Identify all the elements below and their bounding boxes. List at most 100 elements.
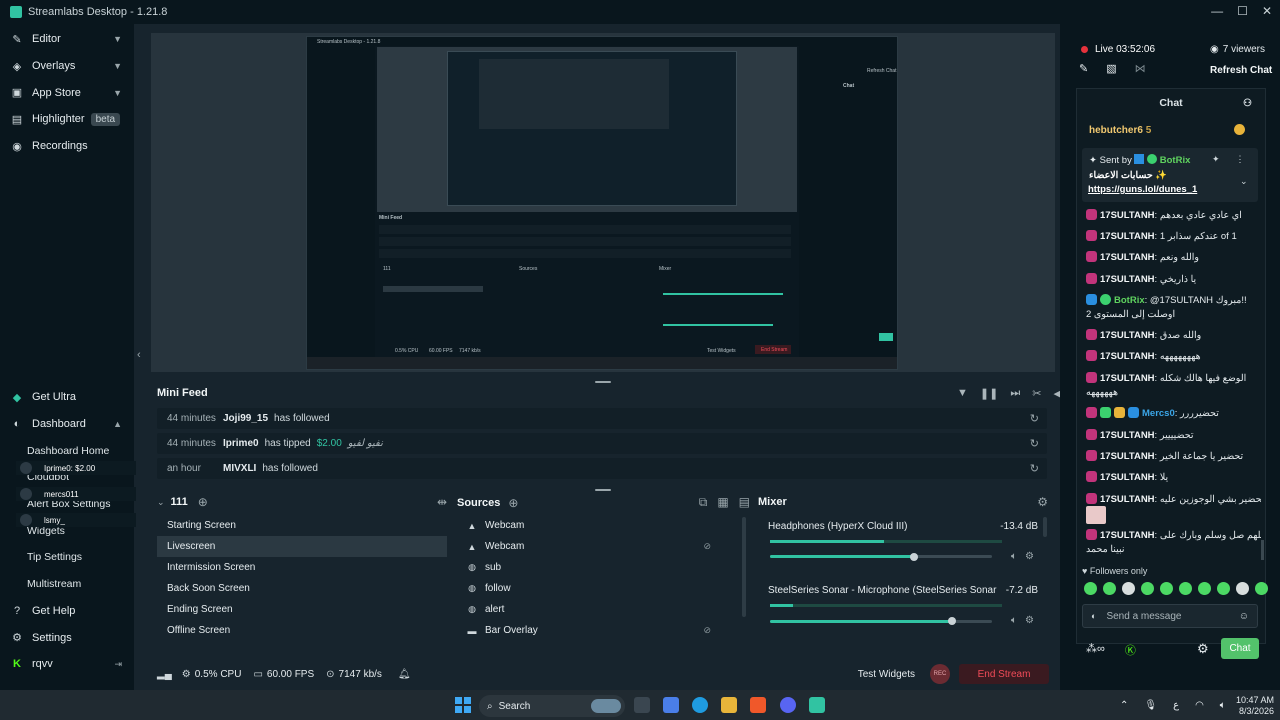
- resize-handle[interactable]: [595, 489, 611, 491]
- file-explorer-icon[interactable]: [721, 697, 737, 713]
- scene-item-selected[interactable]: Livescreen: [157, 536, 447, 557]
- chat-user[interactable]: 17SULTANH: [1100, 494, 1155, 505]
- source-item[interactable]: ▬ Bar Overlay ⊘: [457, 620, 747, 641]
- scene-item[interactable]: Offline Screen: [157, 620, 447, 641]
- clip-icon[interactable]: ▧: [1106, 62, 1116, 75]
- unpin-icon[interactable]: ✦: [1212, 154, 1220, 165]
- speaker-icon[interactable]: 🔈︎: [1220, 700, 1226, 711]
- repeat-alert-icon[interactable]: ↻: [1030, 437, 1039, 450]
- users-icon[interactable]: ⚇: [1243, 98, 1252, 109]
- eye-hidden-icon[interactable]: ⊘: [703, 625, 711, 636]
- chevron-up-icon[interactable]: ⌃: [1120, 700, 1128, 711]
- minimize-icon[interactable]: —: [1211, 4, 1223, 18]
- taskbar-search[interactable]: ⌕ Search: [479, 695, 625, 717]
- chat-settings-icon[interactable]: ⚙: [1197, 641, 1209, 657]
- chat-user[interactable]: 17SULTANH: [1100, 210, 1155, 221]
- volume-slider-knob[interactable]: [948, 617, 957, 625]
- volume-slider[interactable]: [770, 555, 992, 558]
- sidebar-item-recordings[interactable]: ◉ Recordings: [0, 133, 134, 160]
- pinned-bot-name[interactable]: BotRix: [1160, 155, 1191, 166]
- sidebar-user[interactable]: Krqvv ⇥: [0, 651, 134, 678]
- sidebar-item-dashboard[interactable]: ◐ Dashboard ▲: [0, 411, 134, 438]
- source-link-icon[interactable]: ⧉: [699, 495, 708, 510]
- language-indicator[interactable]: ع: [1173, 700, 1179, 711]
- scene-item[interactable]: Intermission Screen: [157, 557, 447, 578]
- logout-icon[interactable]: ⇥: [114, 659, 122, 670]
- refresh-chat-button[interactable]: Refresh Chat: [1210, 65, 1272, 76]
- repeat-alert-icon[interactable]: ↻: [1030, 462, 1039, 475]
- emote-icon[interactable]: [1141, 582, 1154, 595]
- microphone-icon[interactable]: 🎙︎: [1144, 700, 1157, 711]
- collapse-left-icon[interactable]: ‹: [137, 349, 141, 361]
- share-icon[interactable]: ⋈: [1135, 62, 1146, 75]
- points-icon[interactable]: ⁂∞: [1086, 642, 1105, 658]
- gear-icon[interactable]: ⚙: [1025, 615, 1034, 626]
- sidebar-item-get-ultra[interactable]: ◆ Get Ultra: [0, 384, 134, 411]
- kick-logo-icon[interactable]: Ⓚ: [1125, 642, 1136, 658]
- emote-icon[interactable]: [1103, 582, 1116, 595]
- sidebar-item-app-store[interactable]: ▣ App Store ▼: [0, 79, 134, 106]
- emote-icon[interactable]: [1179, 582, 1192, 595]
- feed-user[interactable]: Iprime0: [223, 438, 259, 449]
- source-item[interactable]: ▲ Webcam: [457, 515, 747, 536]
- speaker-icon[interactable]: 🔈︎: [1011, 551, 1017, 562]
- task-view-icon[interactable]: [634, 697, 650, 713]
- chat-user[interactable]: 17SULTANH: [1100, 373, 1155, 384]
- pause-icon[interactable]: ❚❚: [980, 387, 998, 400]
- sidebar-item-highlighter[interactable]: ▤ Highlighter beta: [0, 106, 134, 133]
- filter-icon[interactable]: ▼: [957, 387, 968, 400]
- feed-user[interactable]: MIVXLI: [223, 463, 256, 474]
- sidebar-item-overlays[interactable]: ◈ Overlays ▼: [0, 53, 134, 80]
- volume-slider[interactable]: [770, 620, 992, 623]
- chat-user[interactable]: 17SULTANH: [1100, 274, 1155, 285]
- top-gifter-user[interactable]: hebutcher6: [1089, 125, 1143, 136]
- scene-collection-title[interactable]: 111: [171, 496, 188, 508]
- mixer-scrollbar[interactable]: [1043, 517, 1047, 537]
- source-item[interactable]: ▲ Webcam ⊘: [457, 536, 747, 557]
- emote-icon[interactable]: [1198, 582, 1211, 595]
- chat-user[interactable]: 17SULTANH: [1100, 451, 1155, 462]
- feed-user[interactable]: Joji99_15: [223, 413, 268, 424]
- sidebar-item-get-help[interactable]: ? Get Help: [0, 598, 134, 625]
- chat-user[interactable]: 17SULTANH: [1100, 472, 1155, 483]
- emote-icon[interactable]: [1217, 582, 1230, 595]
- chat-user[interactable]: BotRix: [1114, 295, 1145, 306]
- chat-send-button[interactable]: Chat: [1221, 638, 1259, 659]
- sidebar-item-editor[interactable]: ✎ Editor ▼: [0, 26, 134, 53]
- maximize-icon[interactable]: ☐: [1237, 4, 1248, 18]
- eye-hidden-icon[interactable]: ⊘: [703, 541, 711, 552]
- chat-user[interactable]: 17SULTANH: [1100, 351, 1155, 362]
- end-stream-button[interactable]: End Stream: [959, 664, 1049, 684]
- clock[interactable]: 10:47 AM 8/3/2026: [1226, 695, 1274, 717]
- emote-icon[interactable]: [1236, 582, 1249, 595]
- chat-input[interactable]: ◐ Send a message ☺: [1082, 604, 1258, 628]
- source-item[interactable]: ◍ follow: [457, 578, 747, 599]
- gear-icon[interactable]: ⚙: [1037, 495, 1048, 509]
- chevron-down-icon[interactable]: ⌄: [1240, 176, 1248, 187]
- edit-stream-info-icon[interactable]: ✎: [1079, 62, 1088, 75]
- sidebar-sub-multistream[interactable]: Multistream: [0, 571, 134, 598]
- scene-transitions-icon[interactable]: ⇹: [437, 495, 447, 509]
- mute-alerts-icon[interactable]: ✂: [1032, 387, 1041, 400]
- more-icon[interactable]: ⋮: [1236, 154, 1245, 165]
- speaker-icon[interactable]: 🔈︎: [1011, 615, 1017, 626]
- chat-user[interactable]: 17SULTANH: [1100, 330, 1155, 341]
- wifi-icon[interactable]: ◠: [1195, 700, 1204, 711]
- copilot-icon[interactable]: [663, 697, 679, 713]
- sidebar-sub-tip-settings[interactable]: Tip Settings: [0, 544, 134, 571]
- chat-scrollbar[interactable]: [1261, 540, 1264, 560]
- source-item[interactable]: ◍ alert: [457, 599, 747, 620]
- edge-browser-icon[interactable]: [692, 697, 708, 713]
- scene-item[interactable]: Ending Screen: [157, 599, 447, 620]
- sources-scrollbar[interactable]: [742, 517, 746, 617]
- folder-add-icon[interactable]: ▤: [739, 495, 750, 510]
- brave-browser-icon[interactable]: [750, 697, 766, 713]
- gear-icon[interactable]: ⚙: [1025, 551, 1034, 562]
- emote-icon[interactable]: [1160, 582, 1173, 595]
- chat-user[interactable]: 17SULTANH: [1100, 530, 1155, 541]
- streamlabs-icon[interactable]: [809, 697, 825, 713]
- emote-icon[interactable]: [1122, 582, 1135, 595]
- scene-item[interactable]: Back Soon Screen: [157, 578, 447, 599]
- scene-item[interactable]: Starting Screen: [157, 515, 447, 536]
- close-icon[interactable]: ✕: [1262, 4, 1272, 18]
